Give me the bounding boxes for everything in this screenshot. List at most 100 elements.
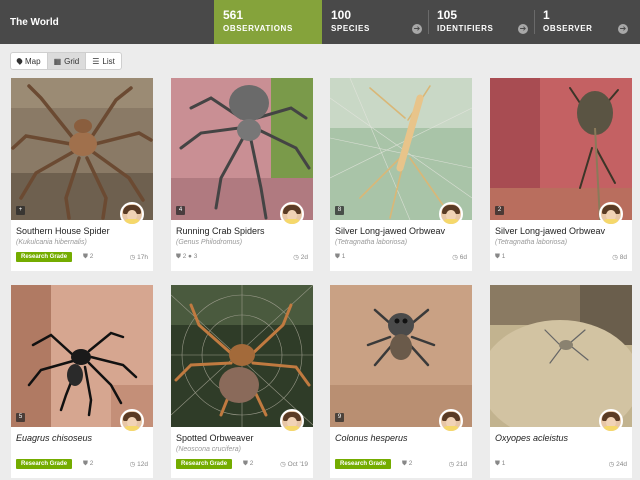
- scientific-name: (Tetragnatha laboriosa): [495, 239, 568, 246]
- identifiers-count: 105: [437, 8, 458, 22]
- observation-card[interactable]: 9 Colonus hesperus Research Grade ⛊ 2 ◷ …: [330, 285, 472, 478]
- taxon-name[interactable]: Spotted Orbweaver: [176, 433, 286, 443]
- scientific-name: (Neoscona crucifera): [176, 446, 241, 453]
- quality-grade-badge: Research Grade: [176, 459, 233, 469]
- observation-meta: ⛊ 1 ◷ 24d: [495, 459, 627, 469]
- map-pin-icon: [15, 57, 24, 65]
- avatar-shirt: [284, 219, 300, 224]
- observation-photo[interactable]: [330, 78, 472, 220]
- observation-photo[interactable]: [171, 285, 313, 427]
- observers-label: OBSERVER: [543, 24, 593, 33]
- clock-icon: ◷: [129, 254, 136, 261]
- identifications-count: ⛊ 2: [402, 460, 412, 468]
- view-switcher: Map ▦ Grid ☰ List: [10, 52, 122, 70]
- spider-photo-icon: [490, 78, 632, 220]
- grid-view-button[interactable]: ▦ Grid: [47, 53, 87, 69]
- time-value: Oct '19: [287, 461, 308, 468]
- observation-card[interactable]: 8 Silver Long-jawed Orbweaver (Tetragnat…: [330, 78, 472, 271]
- identification-count-value: 1: [341, 253, 346, 260]
- place-name: The World: [10, 17, 59, 28]
- taxon-name[interactable]: Silver Long-jawed Orbweaver: [495, 226, 605, 236]
- identification-count-value: 2: [89, 253, 94, 260]
- identifications-count: ⛊ 1: [335, 253, 345, 261]
- stats-header: The World 561 OBSERVATIONS 100 SPECIES ➔…: [0, 0, 640, 44]
- taxon-name[interactable]: Running Crab Spiders: [176, 226, 286, 236]
- list-view-button[interactable]: ☰ List: [86, 53, 121, 69]
- stat-species[interactable]: 100 SPECIES ➔: [322, 0, 428, 44]
- observation-photo[interactable]: [11, 78, 153, 220]
- avatar-shirt: [124, 426, 140, 431]
- observer-avatar[interactable]: [120, 409, 144, 433]
- observation-card[interactable]: + Southern House Spider (Kukulcania hibe…: [11, 78, 153, 271]
- photo-count-badge: 2: [495, 206, 504, 215]
- observation-photo[interactable]: [11, 285, 153, 427]
- clock-icon: ◷: [608, 461, 615, 468]
- observer-avatar[interactable]: [599, 409, 623, 433]
- taxon-name[interactable]: Silver Long-jawed Orbweaver: [335, 226, 445, 236]
- stat-identifiers[interactable]: 105 IDENTIFIERS ➔: [428, 0, 534, 44]
- identifications-count: ⛊ 1: [495, 460, 505, 468]
- map-view-button[interactable]: Map: [11, 53, 48, 69]
- time-value: 8d: [619, 254, 627, 261]
- observer-avatar[interactable]: [280, 409, 304, 433]
- identification-count-value: 2: [182, 253, 187, 260]
- identifiers-label: IDENTIFIERS: [437, 24, 494, 33]
- avatar-shirt: [124, 219, 140, 224]
- identifications-count: ⛊ 2: [176, 253, 186, 261]
- observation-photo[interactable]: [171, 78, 313, 220]
- quality-grade-badge: Research Grade: [16, 252, 73, 262]
- clock-icon: ◷: [448, 461, 455, 468]
- observation-meta: Research Grade ⛊ 2 ◷ Oct '19: [176, 459, 308, 469]
- time-value: 24d: [616, 461, 627, 468]
- observation-meta: ⛊ 2 ● 3 ◷ 2d: [176, 252, 308, 262]
- observation-meta: Research Grade ⛊ 2 ◷ 21d: [335, 459, 467, 469]
- taxon-name[interactable]: Southern House Spider: [16, 226, 126, 236]
- observation-card[interactable]: Oxyopes acleistus ⛊ 1 ◷ 24d: [490, 285, 632, 478]
- identification-icon: ⛊: [495, 460, 500, 467]
- observation-card[interactable]: Spotted Orbweaver (Neoscona crucifera) R…: [171, 285, 313, 478]
- observed-time: ◷ 17h: [130, 253, 148, 261]
- stat-observers[interactable]: 1 OBSERVER ➔: [534, 0, 634, 44]
- observer-avatar[interactable]: [120, 202, 144, 226]
- observations-label: OBSERVATIONS: [223, 24, 293, 33]
- time-value: 12d: [137, 461, 148, 468]
- avatar-shirt: [603, 219, 619, 224]
- time-value: 21d: [456, 461, 467, 468]
- observation-photo[interactable]: [490, 285, 632, 427]
- scientific-name: (Tetragnatha laboriosa): [335, 239, 408, 246]
- list-view-label: List: [102, 56, 115, 66]
- scientific-name: (Kukulcania hibernalis): [16, 239, 87, 246]
- taxon-name[interactable]: Colonus hesperus: [335, 433, 445, 443]
- identification-count-value: 1: [501, 460, 506, 467]
- observer-avatar[interactable]: [280, 202, 304, 226]
- observation-card[interactable]: 5 Euagrus chisoseus Research Grade ⛊ 2 ◷…: [11, 285, 153, 478]
- observation-meta: ⛊ 1 ◷ 6d: [335, 252, 467, 262]
- arrow-right-icon: ➔: [518, 24, 528, 34]
- time-value: 6d: [459, 254, 467, 261]
- clock-icon: ◷: [293, 254, 299, 261]
- observation-photo[interactable]: [330, 285, 472, 427]
- species-count: 100: [331, 8, 352, 22]
- observation-card[interactable]: 4 Running Crab Spiders (Genus Philodromu…: [171, 78, 313, 271]
- quality-grade-badge: Research Grade: [335, 459, 392, 469]
- avatar-shirt: [443, 426, 459, 431]
- observed-time: ◷ 21d: [449, 460, 467, 468]
- observation-photo[interactable]: [490, 78, 632, 220]
- observer-avatar[interactable]: [439, 202, 463, 226]
- observers-count: 1: [543, 8, 550, 22]
- taxon-name[interactable]: Euagrus chisoseus: [16, 433, 126, 443]
- spider-photo-icon: [330, 285, 472, 427]
- observer-avatar[interactable]: [439, 409, 463, 433]
- avatar-shirt: [284, 426, 300, 431]
- spider-photo-icon: [490, 285, 632, 427]
- observation-card[interactable]: 2 Silver Long-jawed Orbweaver (Tetragnat…: [490, 78, 632, 271]
- identification-icon: ⛊: [176, 253, 181, 260]
- observer-avatar[interactable]: [599, 202, 623, 226]
- taxon-name[interactable]: Oxyopes acleistus: [495, 433, 605, 443]
- identifications-count: ⛊ 1: [495, 253, 505, 261]
- observed-time: ◷ 2d: [293, 253, 308, 261]
- spider-photo-icon: [171, 78, 313, 220]
- stat-observations[interactable]: 561 OBSERVATIONS: [214, 0, 322, 44]
- identification-count-value: 1: [501, 253, 506, 260]
- identification-icon: ⛊: [335, 253, 340, 260]
